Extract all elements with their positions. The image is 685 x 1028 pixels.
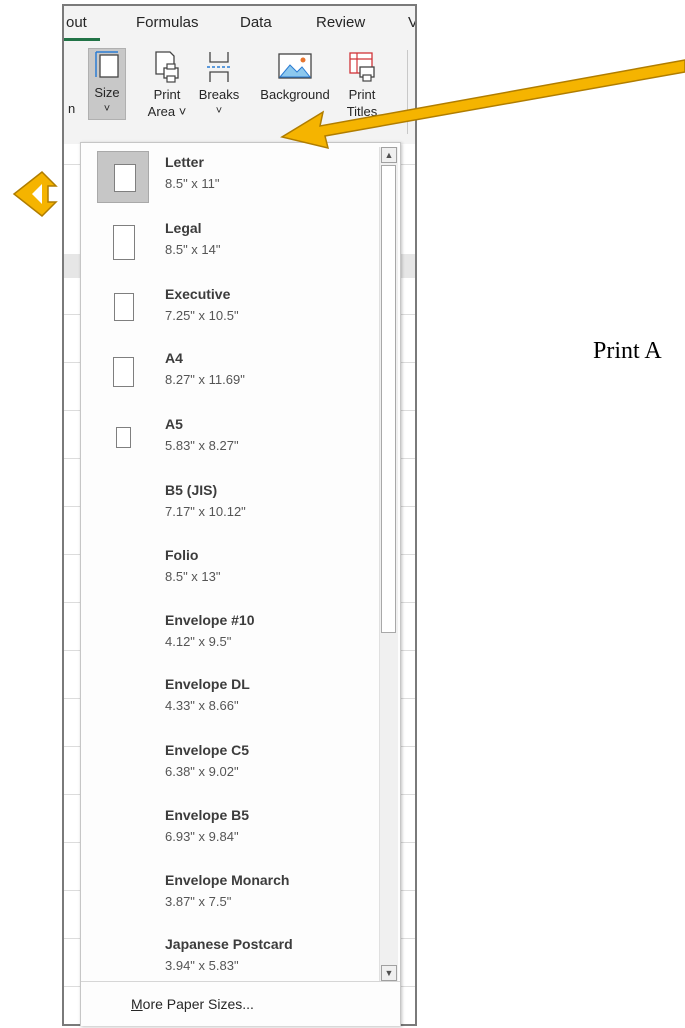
- arrow-annotation-right: [280, 59, 685, 150]
- annotation-arrows: [12, 59, 685, 218]
- annotation-text: Print A: [593, 338, 662, 364]
- arrow-annotation-left: [12, 170, 58, 218]
